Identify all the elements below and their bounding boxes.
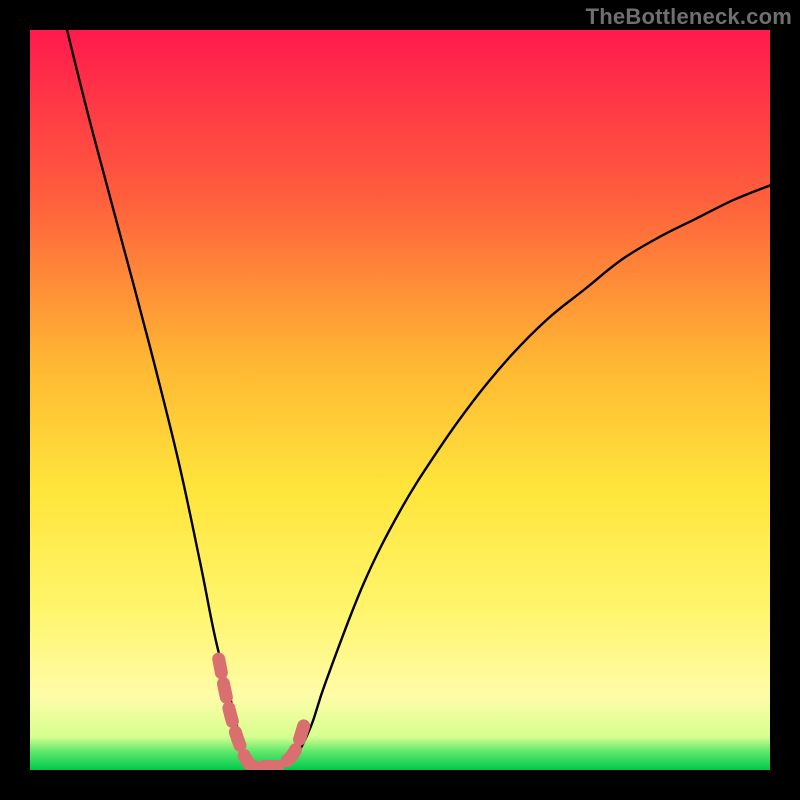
- chart-stage: TheBottleneck.com: [0, 0, 800, 800]
- highlight-segment: [219, 659, 304, 767]
- curve-layer: [30, 30, 770, 770]
- watermark-text: TheBottleneck.com: [586, 4, 792, 30]
- plot-area: [30, 30, 770, 770]
- bottleneck-curve: [67, 30, 770, 768]
